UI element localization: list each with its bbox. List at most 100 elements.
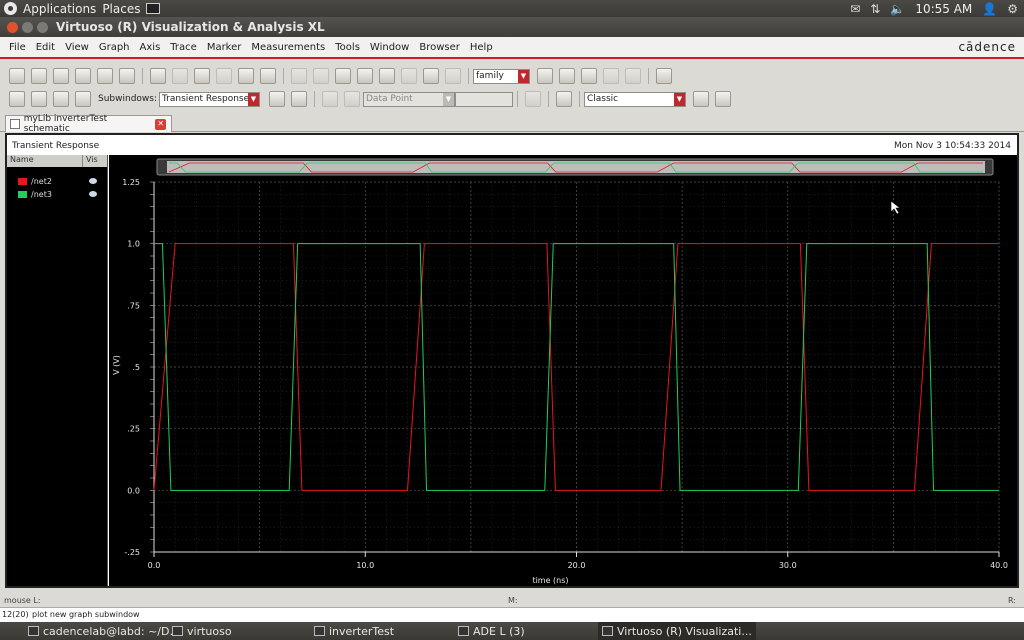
histogram-icon[interactable]: [525, 91, 541, 107]
window-titlebar[interactable]: Virtuoso (R) Visualization & Analysis XL: [0, 17, 1024, 37]
task-virtuoso[interactable]: virtuoso: [172, 622, 232, 640]
legend-swatch-net2: [18, 178, 27, 185]
menu-view[interactable]: View: [60, 42, 94, 53]
data-point-value-field[interactable]: [455, 91, 513, 107]
terminal-launcher-icon[interactable]: [146, 3, 161, 14]
arrow-right-icon[interactable]: [344, 91, 360, 107]
menu-browser[interactable]: Browser: [414, 42, 465, 53]
task-label: ADE L (3): [473, 624, 525, 638]
trace-marker-icon[interactable]: [291, 91, 307, 107]
redo-icon[interactable]: [172, 68, 188, 84]
select-tool-icon[interactable]: [9, 91, 25, 107]
style-reset-icon[interactable]: [715, 91, 731, 107]
mouse-status-bar: mouse L: M: R:: [0, 593, 1024, 607]
user-icon[interactable]: 👤: [982, 2, 997, 16]
window-close-button[interactable]: [7, 21, 18, 33]
subwindows-label: Subwindows:: [98, 94, 157, 104]
schematic-icon: [10, 119, 20, 129]
menu-graph[interactable]: Graph: [94, 42, 135, 53]
style-apply-icon[interactable]: [693, 91, 709, 107]
network-icon[interactable]: ⇅: [870, 2, 880, 16]
mouse-middle-status: M:: [508, 596, 518, 605]
message-bar: 12(20) plot new graph subwindow: [0, 607, 1024, 622]
menu-help[interactable]: Help: [465, 42, 498, 53]
mail-icon[interactable]: ✉: [850, 2, 860, 16]
x-tick-label: 10.0: [356, 561, 374, 570]
family-split-icon[interactable]: [559, 68, 575, 84]
open-folder-icon[interactable]: [53, 68, 69, 84]
menu-tools[interactable]: Tools: [330, 42, 365, 53]
legend-row-net3[interactable]: /net3: [7, 188, 107, 201]
legend-row-net2[interactable]: /net2: [7, 175, 107, 188]
applications-menu[interactable]: Applications: [23, 2, 96, 16]
ubuntu-logo-icon[interactable]: [4, 2, 17, 15]
grid-table-icon[interactable]: [656, 68, 672, 84]
top-panel: Applications Places ✉ ⇅ 🔈 10:55 AM 👤 ⚙: [0, 0, 1024, 17]
circle-marker-icon[interactable]: [291, 68, 307, 84]
menu-file[interactable]: File: [0, 42, 31, 53]
menu-window[interactable]: Window: [365, 42, 414, 53]
x-tick-label: 40.0: [990, 561, 1008, 570]
window-minimize-button[interactable]: [22, 21, 33, 33]
waveform-chart[interactable]: 1.25 1.0 .75 .5 .25 0.0 -.25 0.0 10.0 20.0 30.0 40.…: [109, 155, 1017, 586]
zoom-y-icon[interactable]: [445, 68, 461, 84]
circle-marker-2-icon[interactable]: [313, 68, 329, 84]
task-label: cadencelab@labd: ~/D...: [43, 624, 180, 638]
style-select[interactable]: Classic ▼: [584, 91, 686, 107]
tab-schematic[interactable]: myLib inverterTest schematic ✕: [5, 114, 172, 134]
window-maximize-button[interactable]: [37, 21, 48, 33]
task-label: Virtuoso (R) Visualizati...: [617, 624, 752, 638]
task-ade-l[interactable]: ADE L (3): [458, 622, 525, 640]
arrow-left-icon[interactable]: [322, 91, 338, 107]
stack-layout-icon[interactable]: [53, 91, 69, 107]
undo-icon[interactable]: [150, 68, 166, 84]
menu-edit[interactable]: Edit: [31, 42, 60, 53]
toolbar-separator: [648, 68, 649, 84]
places-menu[interactable]: Places: [102, 2, 140, 16]
paste-icon[interactable]: [238, 68, 254, 84]
family-axis-icon[interactable]: [603, 68, 619, 84]
clock[interactable]: 10:55 AM: [915, 2, 972, 16]
print-icon[interactable]: [97, 68, 113, 84]
task-visualization[interactable]: Virtuoso (R) Visualizati...: [598, 622, 756, 640]
settings-gear-icon[interactable]: ⚙: [1007, 2, 1018, 16]
subwindows-select[interactable]: Transient Response ▼: [159, 91, 260, 107]
copy-icon[interactable]: [216, 68, 232, 84]
menu-trace[interactable]: Trace: [165, 42, 202, 53]
delete-icon[interactable]: [260, 68, 276, 84]
new-subwindow-icon[interactable]: [31, 68, 47, 84]
data-point-select[interactable]: Data Point ▼: [363, 91, 455, 107]
zoom-box-icon[interactable]: [423, 68, 439, 84]
family-stack-icon[interactable]: [581, 68, 597, 84]
y-tick-label: -.25: [124, 548, 140, 557]
menu-marker[interactable]: Marker: [202, 42, 247, 53]
visibility-eye-icon[interactable]: [89, 178, 97, 184]
menu-axis[interactable]: Axis: [135, 42, 166, 53]
task-terminal[interactable]: cadencelab@labd: ~/D...: [28, 622, 180, 640]
schematic-icon: [314, 626, 325, 636]
trace-legend-panel: Name Vis /net2 /net3: [7, 155, 108, 586]
y-tick-label: .75: [127, 301, 140, 310]
cut-icon[interactable]: [194, 68, 210, 84]
new-window-icon[interactable]: [9, 68, 25, 84]
family-overlay-icon[interactable]: [537, 68, 553, 84]
zoom-x-icon[interactable]: [401, 68, 417, 84]
family-select[interactable]: family ▼: [473, 68, 530, 84]
pan-tool-icon[interactable]: [31, 91, 47, 107]
graph-area[interactable]: 1.25 1.0 .75 .5 .25 0.0 -.25 0.0 10.0 20.0 30.0 40.…: [109, 155, 1017, 586]
tab-close-icon[interactable]: ✕: [155, 118, 167, 130]
menu-measurements[interactable]: Measurements: [246, 42, 330, 53]
zoom-fit-icon[interactable]: [335, 68, 351, 84]
export-image-icon[interactable]: [119, 68, 135, 84]
zoom-in-icon[interactable]: [357, 68, 373, 84]
save-icon[interactable]: [75, 68, 91, 84]
family-legend-icon[interactable]: [625, 68, 641, 84]
visibility-eye-icon[interactable]: [89, 191, 97, 197]
flag-marker-icon[interactable]: [269, 91, 285, 107]
task-invertertest[interactable]: inverterTest: [314, 622, 394, 640]
calculator-icon[interactable]: [556, 91, 572, 107]
split-layout-icon[interactable]: [75, 91, 91, 107]
zoom-out-icon[interactable]: [379, 68, 395, 84]
volume-icon[interactable]: 🔈: [890, 2, 905, 16]
plot-title: Transient Response: [12, 141, 100, 151]
